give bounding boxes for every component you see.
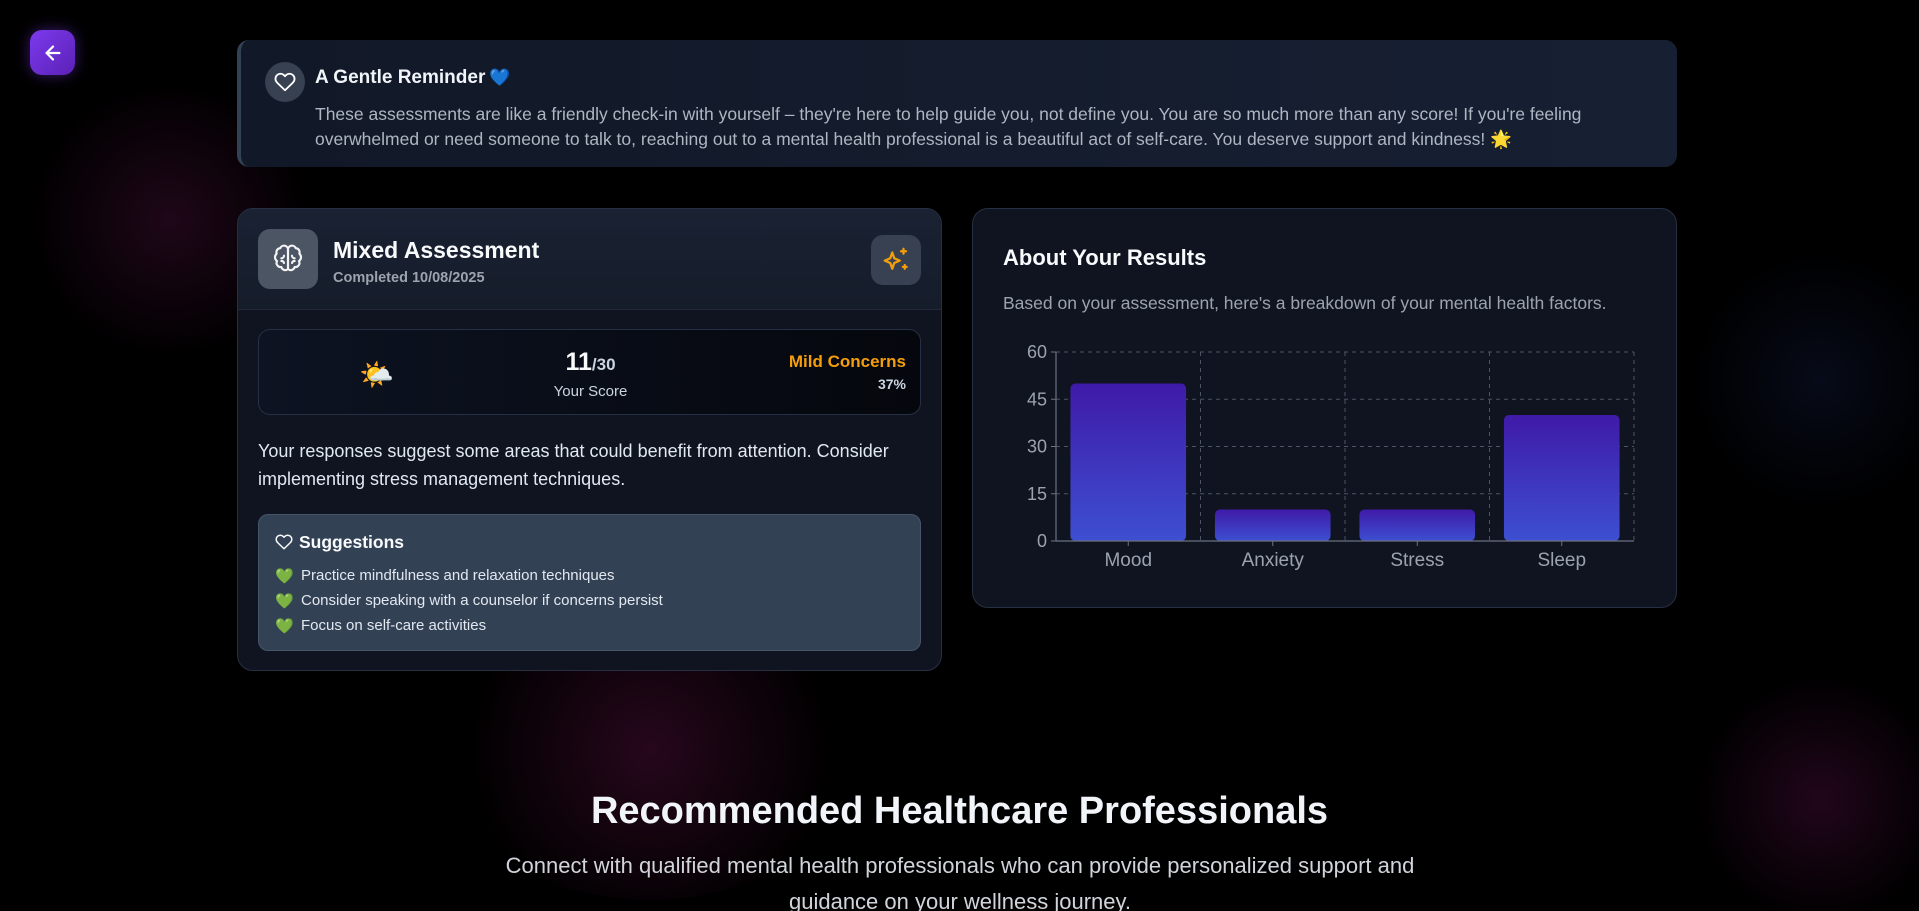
bar-mood [1070, 383, 1187, 541]
sparkle-button[interactable] [871, 235, 921, 285]
assessment-description: Your responses suggest some areas that c… [258, 441, 889, 489]
suggestions-title: Suggestions [275, 531, 904, 553]
assessment-header: Mixed Assessment Completed 10/08/2025 [238, 209, 941, 310]
gentle-reminder-banner: A Gentle Reminder 💙 These assessments are… [237, 40, 1677, 167]
x-tick-label: Mood [1104, 550, 1152, 571]
back-button[interactable] [30, 30, 75, 75]
arrow-left-icon [44, 44, 61, 61]
suggestions-list: 💚 Practice mindfulness and relaxation tec… [275, 563, 904, 638]
x-tick-label: Anxiety [1242, 550, 1305, 571]
blue-heart-emoji: 💙 [489, 68, 511, 87]
x-tick-label: Sleep [1537, 550, 1586, 571]
y-tick-label: 60 [1027, 342, 1047, 362]
assessment-completed-date: Completed 10/08/2025 [333, 270, 485, 286]
recommendations-title: Recommended Healthcare Professionals [590, 790, 1329, 832]
green-heart-icon: 💚 [275, 567, 294, 585]
score-summary: 🌤️ 11/30 Your Score Mild Concerns 37% [258, 329, 921, 415]
list-item: 💚 Practice mindfulness and relaxation tec… [275, 567, 615, 585]
list-item: 💚 Focus on self-care activities [275, 617, 487, 635]
green-heart-icon: 💚 [275, 592, 294, 610]
x-tick-label: Stress [1390, 550, 1444, 571]
concern-level: Mild Concerns [788, 352, 906, 371]
background-glow [1690, 250, 1919, 510]
results-card: About Your Results Based on your assessm… [972, 208, 1677, 608]
reminder-body: These assessments are like a friendly ch… [315, 104, 1582, 149]
y-tick-label: 15 [1027, 484, 1047, 504]
assessment-title: Mixed Assessment [333, 237, 540, 263]
y-tick-label: 0 [1037, 531, 1047, 551]
reminder-title: A Gentle Reminder 💙 [315, 67, 511, 88]
heart-icon [265, 62, 305, 102]
assessment-card: Mixed Assessment Completed 10/08/2025 🌤️… [237, 208, 942, 671]
results-bar-chart: 0 15 30 45 60 Mood Anxiety Stress Sleep [1027, 342, 1635, 571]
sparkles-icon [883, 247, 908, 270]
y-tick-label: 45 [1027, 389, 1047, 409]
recommendations-subtitle: Connect with qualified mental health pro… [505, 853, 1415, 911]
bar-anxiety [1214, 509, 1331, 541]
heart-outline-icon [275, 534, 293, 550]
y-tick-label: 30 [1027, 437, 1047, 457]
score-percent: 37% [877, 376, 906, 392]
score-label: Your Score [553, 383, 628, 400]
bar-sleep [1503, 415, 1620, 541]
bar-stress [1359, 509, 1476, 541]
green-heart-icon: 💚 [275, 617, 294, 635]
suggestions-box: Suggestions 💚 Practice mindfulness and re… [258, 514, 921, 651]
list-item: 💚 Consider speaking with a counselor if c… [275, 592, 663, 610]
brain-icon [258, 229, 318, 289]
